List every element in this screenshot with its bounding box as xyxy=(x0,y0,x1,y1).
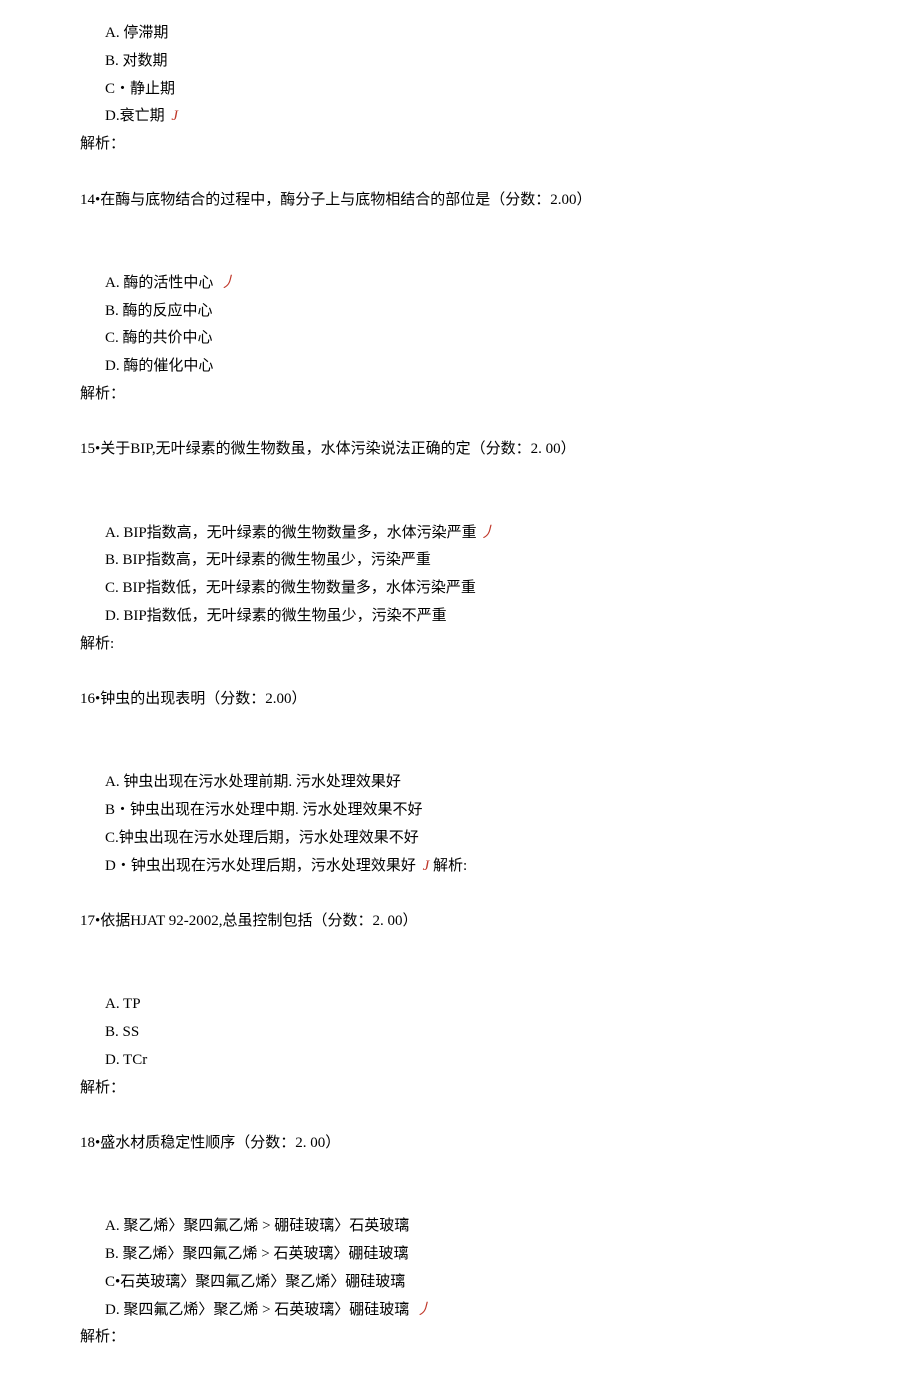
spacer xyxy=(80,742,840,770)
q14-option-b: B. 酶的反应中心 xyxy=(80,298,840,326)
q16-stem: 16•钟虫的出现表明（分数：2.00） xyxy=(80,686,840,714)
q13-analysis: 解析： xyxy=(80,131,840,159)
q13-option-d-text: D.衰亡期 xyxy=(105,108,168,124)
q13-correct-mark: J xyxy=(171,108,178,124)
q18-option-c: C•石英玻璃〉聚四氟乙烯〉聚乙烯〉硼硅玻璃 xyxy=(80,1269,840,1297)
q17-stem: 17•依据HJAT 92-2002,总虽控制包括（分数：2. 00） xyxy=(80,908,840,936)
q13-option-d: D.衰亡期 J xyxy=(80,103,840,131)
q13-option-a: A. 停滞期 xyxy=(80,20,840,48)
q17-option-a: A. TP xyxy=(80,991,840,1019)
q17-option-b: B. SS xyxy=(80,1019,840,1047)
q14-option-c: C. 酶的共价中心 xyxy=(80,325,840,353)
q15-analysis: 解析: xyxy=(80,631,840,659)
q16-analysis-inline: 解析: xyxy=(429,858,467,874)
spacer xyxy=(80,492,840,520)
q17-analysis: 解析： xyxy=(80,1075,840,1103)
q15-stem: 15•关于BIP,无叶绿素的微生物数虽，水体污染说法正确的定（分数：2. 00） xyxy=(80,436,840,464)
q15-correct-mark: 丿 xyxy=(480,525,495,541)
q17-option-d: D. TCr xyxy=(80,1047,840,1075)
q18-correct-mark: 丿 xyxy=(416,1302,431,1318)
q16-option-b: B・钟虫出现在污水处理中期. 污水处理效果不好 xyxy=(80,797,840,825)
q15-option-b: B. BIP指数高，无叶绿素的微生物虽少，污染严重 xyxy=(80,547,840,575)
q16-option-c: C.钟虫出现在污水处理后期，污水处理效果不好 xyxy=(80,825,840,853)
q15-option-c: C. BIP指数低，无叶绿素的微生物数量多，水体污染严重 xyxy=(80,575,840,603)
q14-analysis: 解析： xyxy=(80,381,840,409)
q14-correct-mark: 丿 xyxy=(220,275,235,291)
q18-option-d-text: D. 聚四氟乙烯〉聚乙烯 > 石英玻璃〉硼硅玻璃 xyxy=(105,1302,413,1318)
q16-option-d-text: D・钟虫出现在污水处理后期，污水处理效果好 xyxy=(105,858,420,874)
q16-option-a: A. 钟虫出现在污水处理前期. 污水处理效果好 xyxy=(80,769,840,797)
q18-analysis: 解析： xyxy=(80,1324,840,1352)
spacer xyxy=(80,242,840,270)
q18-option-b: B. 聚乙烯〉聚四氟乙烯 > 石英玻璃〉硼硅玻璃 xyxy=(80,1241,840,1269)
q18-stem: 18•盛水材质稳定性顺序（分数：2. 00） xyxy=(80,1130,840,1158)
q15-option-a-text: A. BIP指数高，无叶绿素的微生物数量多，水体污染严重 xyxy=(105,525,477,541)
q14-option-a-text: A. 酶的活性中心 xyxy=(105,275,217,291)
q15-option-d: D. BIP指数低，无叶绿素的微生物虽少，污染不严重 xyxy=(80,603,840,631)
spacer xyxy=(80,964,840,992)
q14-option-d: D. 酶的催化中心 xyxy=(80,353,840,381)
q15-option-a: A. BIP指数高，无叶绿素的微生物数量多，水体污染严重丿 xyxy=(80,520,840,548)
q14-option-a: A. 酶的活性中心 丿 xyxy=(80,270,840,298)
q16-option-d: D・钟虫出现在污水处理后期，污水处理效果好 J 解析: xyxy=(80,853,840,881)
q18-option-a: A. 聚乙烯〉聚四氟乙烯 > 硼硅玻璃〉石英玻璃 xyxy=(80,1213,840,1241)
q13-option-c: C・静止期 xyxy=(80,76,840,104)
q13-option-b: B. 对数期 xyxy=(80,48,840,76)
q14-stem: 14•在酶与底物结合的过程中，酶分子上与底物相结合的部位是（分数：2.00） xyxy=(80,187,840,215)
spacer xyxy=(80,1186,840,1214)
document-page: A. 停滞期 B. 对数期 C・静止期 D.衰亡期 J 解析： 14•在酶与底物… xyxy=(0,0,920,1392)
